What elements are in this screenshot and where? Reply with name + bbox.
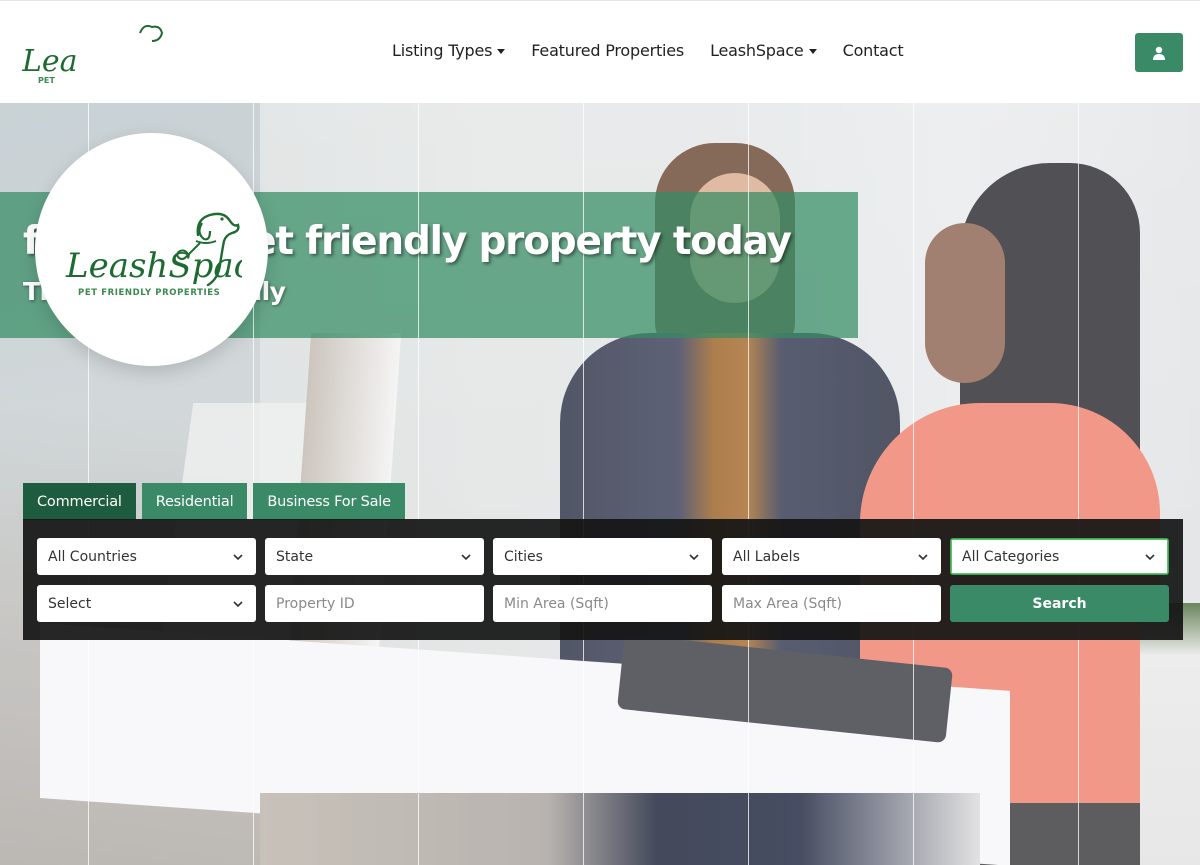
chevron-down-icon — [689, 553, 699, 560]
nav-leashspace[interactable]: LeashSpace — [710, 41, 817, 60]
city-select[interactable]: Cities — [493, 538, 712, 575]
property-search-form: All Countries State Cities All Labels Al… — [23, 519, 1183, 640]
nav-label: LeashSpace — [710, 41, 804, 60]
type-select[interactable]: Select — [37, 585, 256, 622]
nav-label: Listing Types — [392, 41, 493, 60]
select-value: All Categories — [962, 548, 1060, 565]
min-area-input[interactable]: Min Area (Sqft) — [493, 585, 712, 622]
property-id-input[interactable]: Property ID — [265, 585, 484, 622]
label-select[interactable]: All Labels — [722, 538, 941, 575]
chevron-down-icon — [233, 600, 243, 607]
nav-contact[interactable]: Contact — [843, 41, 904, 60]
nav-featured-properties[interactable]: Featured Properties — [531, 41, 684, 60]
svg-text:LeashSpace: LeashSpace — [65, 246, 242, 286]
user-account-button[interactable] — [1135, 33, 1183, 72]
leashspace-logo-icon: Lea PET — [21, 24, 164, 85]
category-select[interactable]: All Categories — [950, 538, 1169, 575]
main-nav: Listing Types Featured Properties LeashS… — [392, 41, 929, 60]
search-button[interactable]: Search — [950, 585, 1169, 622]
decorative-grid-line — [418, 103, 419, 865]
state-select[interactable]: State — [265, 538, 484, 575]
select-value: All Countries — [48, 548, 137, 565]
select-value: Cities — [504, 548, 543, 565]
tab-business-for-sale[interactable]: Business For Sale — [253, 483, 405, 520]
input-placeholder: Property ID — [276, 595, 355, 612]
nav-listing-types[interactable]: Listing Types — [392, 41, 506, 60]
decorative-grid-line — [1078, 103, 1079, 865]
hero-section: find your pet friendly property today Th… — [0, 103, 1200, 865]
nav-label: Contact — [842, 41, 904, 60]
caret-down-icon — [497, 49, 506, 54]
chevron-down-icon — [918, 553, 928, 560]
listing-type-tabs: Commercial Residential Business For Sale — [23, 483, 405, 520]
chevron-down-icon — [461, 553, 471, 560]
country-select[interactable]: All Countries — [37, 538, 256, 575]
site-header: Lea PET Listing Types Featured Propertie… — [0, 0, 1200, 103]
svg-text:Lea: Lea — [22, 44, 78, 79]
max-area-input[interactable]: Max Area (Sqft) — [722, 585, 941, 622]
input-placeholder: Max Area (Sqft) — [733, 595, 842, 612]
decorative-grid-line — [748, 103, 749, 865]
leashspace-logo-icon: LeashSpace PET FRIENDLY PROPERTIES — [65, 212, 242, 298]
svg-text:PET: PET — [38, 76, 55, 85]
svg-text:PET FRIENDLY PROPERTIES: PET FRIENDLY PROPERTIES — [78, 288, 220, 298]
select-value: All Labels — [733, 548, 800, 565]
decorative-grid-line — [913, 103, 914, 865]
tab-residential[interactable]: Residential — [141, 483, 248, 520]
chevron-down-icon — [1145, 553, 1155, 560]
select-value: State — [276, 548, 314, 565]
header-logo[interactable]: Lea PET — [21, 19, 182, 89]
nav-label: Featured Properties — [531, 41, 685, 60]
tab-commercial[interactable]: Commercial — [23, 483, 136, 520]
chevron-down-icon — [233, 553, 243, 560]
brand-logo-badge[interactable]: LeashSpace PET FRIENDLY PROPERTIES — [35, 133, 268, 366]
input-placeholder: Min Area (Sqft) — [504, 595, 609, 612]
caret-down-icon — [808, 49, 817, 54]
decorative-grid-line — [583, 103, 584, 865]
select-value: Select — [48, 595, 92, 612]
user-icon — [1153, 46, 1165, 60]
